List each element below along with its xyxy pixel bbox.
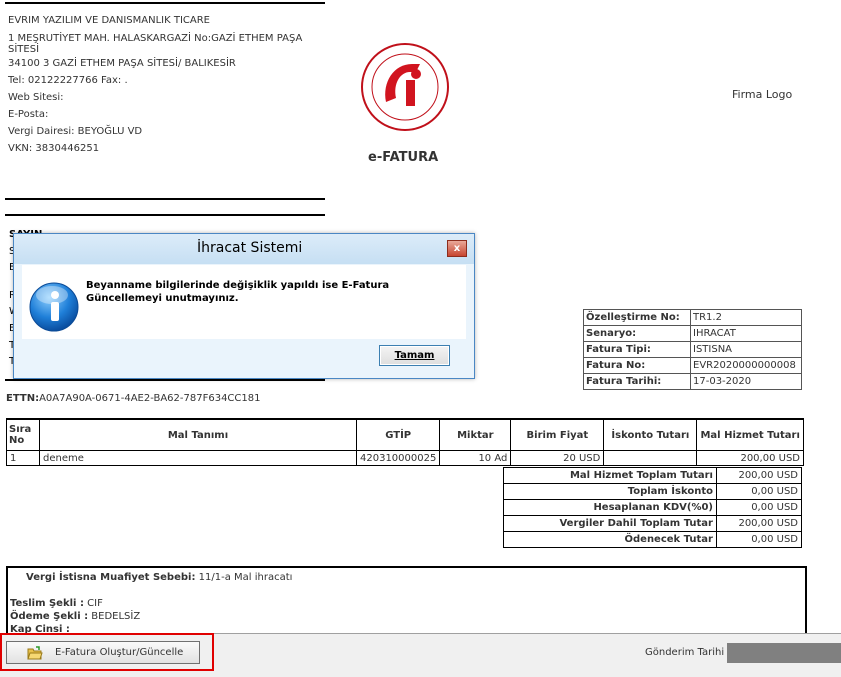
col-gtip: GTİP — [355, 418, 441, 451]
col-miktar: Miktar — [439, 418, 512, 451]
cell-iskonto — [603, 450, 698, 466]
items-header-row: Sıra No Mal Tanımı GTİP Miktar Birim Fiy… — [6, 418, 804, 451]
send-date-label: Gönderim Tarihi — [645, 647, 725, 658]
exemption-line: Vergi İstisna Muafiyet Sebebi: 11/1-a Ma… — [26, 572, 292, 583]
header-rule-2 — [5, 214, 325, 216]
notes-box: Vergi İstisna Muafiyet Sebebi: 11/1-a Ma… — [6, 566, 807, 636]
header-rule-top — [5, 2, 325, 4]
col-iskonto: İskonto Tutarı — [603, 418, 698, 451]
info-value: IHRACAT — [690, 325, 802, 342]
info-key: Fatura No: — [583, 357, 691, 374]
sender-address-3: 34100 3 GAZİ ETHEM PAŞA SİTESİ/ BALIKESİ… — [8, 58, 236, 69]
cell-miktar: 10 Ad — [439, 450, 512, 466]
cell-birim-fiyat: 20 USD — [510, 450, 605, 466]
delivery-value: CIF — [83, 598, 103, 609]
col-mal-hizmet-tutari: Mal Hizmet Tutarı — [696, 418, 804, 451]
firma-logo-placeholder: Firma Logo — [732, 88, 793, 101]
sender-address-2: SİTESİ — [8, 44, 40, 55]
payment-label: Ödeme Şekli : — [10, 611, 89, 622]
info-dialog: İhracat Sistemi x Beyanname bilgilerinde… — [13, 233, 475, 379]
highlight-outline — [0, 633, 214, 671]
items-table: Sıra No Mal Tanımı GTİP Miktar Birim Fiy… — [6, 418, 804, 466]
col-mal-tanimi: Mal Tanımı — [39, 418, 357, 451]
page-title: e-FATURA — [368, 150, 439, 165]
dialog-body: Beyanname bilgilerinde değişiklik yapıld… — [22, 265, 466, 339]
ettn-label: ETTN: — [6, 393, 40, 404]
cell-mal-hizmet-tutari: 200,00 USD — [696, 450, 804, 466]
totals-value: 0,00 USD — [716, 531, 802, 548]
info-key: Fatura Tarihi: — [583, 373, 691, 390]
exemption-label: Vergi İstisna Muafiyet Sebebi: — [26, 572, 196, 583]
sender-vkn: VKN: 3830446251 — [8, 143, 100, 154]
sender-address-1: 1 MEŞRUTİYET MAH. HALASKARGAZİ No:GAZİ E… — [8, 33, 303, 44]
totals-row: Toplam İskonto 0,00 USD — [503, 483, 802, 500]
totals-key: Vergiler Dahil Toplam Tutar — [503, 515, 717, 532]
totals-key: Ödenecek Tutar — [503, 531, 717, 548]
info-row: Fatura Tarihi: 17-03-2020 — [583, 373, 802, 390]
info-value: EVR2020000000008 — [690, 357, 802, 374]
dialog-title: İhracat Sistemi — [197, 240, 303, 256]
totals-key: Hesaplanan KDV(%0) — [503, 499, 717, 516]
ok-button[interactable]: Tamam — [379, 345, 450, 366]
sender-phone: Tel: 02122227766 Fax: . — [8, 75, 128, 86]
invoice-info-table: Özelleştirme No: TR1.2 Senaryo: IHRACAT Fa… — [583, 309, 802, 390]
cell-sira: 1 — [6, 450, 40, 466]
cell-mal-tanimi: deneme — [39, 450, 357, 466]
totals-row: Hesaplanan KDV(%0) 0,00 USD — [503, 499, 802, 516]
payment-line: Ödeme Şekli : BEDELSİZ — [10, 611, 140, 622]
info-row: Senaryo: IHRACAT — [583, 325, 802, 342]
info-row: Fatura Tipi: ISTISNA — [583, 341, 802, 358]
send-date-field[interactable] — [727, 643, 841, 663]
dialog-titlebar[interactable]: İhracat Sistemi — [14, 234, 474, 264]
info-value: 17-03-2020 — [690, 373, 802, 390]
payment-value: BEDELSİZ — [88, 611, 141, 622]
totals-value: 200,00 USD — [716, 515, 802, 532]
sender-tax-office: Vergi Dairesi: BEYOĞLU VD — [8, 126, 143, 137]
totals-row: Ödenecek Tutar 0,00 USD — [503, 531, 802, 548]
info-key: Fatura Tipi: — [583, 341, 691, 358]
totals-table: Mal Hizmet Toplam Tutarı 200,00 USD Topla… — [503, 467, 802, 548]
col-birim-fiyat: Birim Fiyat — [510, 418, 605, 451]
info-icon — [28, 281, 80, 333]
col-sira: Sıra No — [6, 418, 40, 451]
sender-email: E-Posta: — [8, 109, 49, 120]
sender-website: Web Sitesi: — [8, 92, 64, 103]
cell-gtip: 420310000025 — [355, 450, 441, 466]
delivery-label: Teslim Şekli : — [10, 598, 84, 609]
info-value: TR1.2 — [690, 309, 802, 326]
totals-row: Mal Hizmet Toplam Tutarı 200,00 USD — [503, 467, 802, 484]
ettn: ETTN:A0A7A90A-0671-4AE2-BA62-787F634CC18… — [6, 393, 260, 404]
dialog-message: Beyanname bilgilerinde değişiklik yapıld… — [86, 280, 390, 304]
ettn-value: A0A7A90A-0671-4AE2-BA62-787F634CC181 — [39, 393, 261, 404]
info-row: Özelleştirme No: TR1.2 — [583, 309, 802, 326]
info-key: Senaryo: — [583, 325, 691, 342]
close-button[interactable]: x — [447, 240, 467, 257]
ok-button-label: Tamam — [394, 350, 435, 361]
totals-value: 0,00 USD — [716, 499, 802, 516]
totals-row: Vergiler Dahil Toplam Tutar 200,00 USD — [503, 515, 802, 532]
info-row: Fatura No: EVR2020000000008 — [583, 357, 802, 374]
gib-logo — [360, 42, 450, 132]
totals-value: 0,00 USD — [716, 483, 802, 500]
totals-key: Mal Hizmet Toplam Tutarı — [503, 467, 717, 484]
exemption-value: 11/1-a Mal ihracatı — [195, 572, 293, 583]
info-key: Özelleştirme No: — [583, 309, 691, 326]
header-rule-1 — [5, 198, 325, 200]
totals-value: 200,00 USD — [716, 467, 802, 484]
delivery-line: Teslim Şekli : CIF — [10, 598, 103, 609]
info-value: ISTISNA — [690, 341, 802, 358]
sender-company: EVRIM YAZILIM VE DANISMANLIK TICARE — [8, 15, 210, 26]
totals-key: Toplam İskonto — [503, 483, 717, 500]
table-row: 1 deneme 420310000025 10 Ad 20 USD 200,0… — [6, 450, 804, 466]
header-rule-3 — [5, 379, 325, 381]
